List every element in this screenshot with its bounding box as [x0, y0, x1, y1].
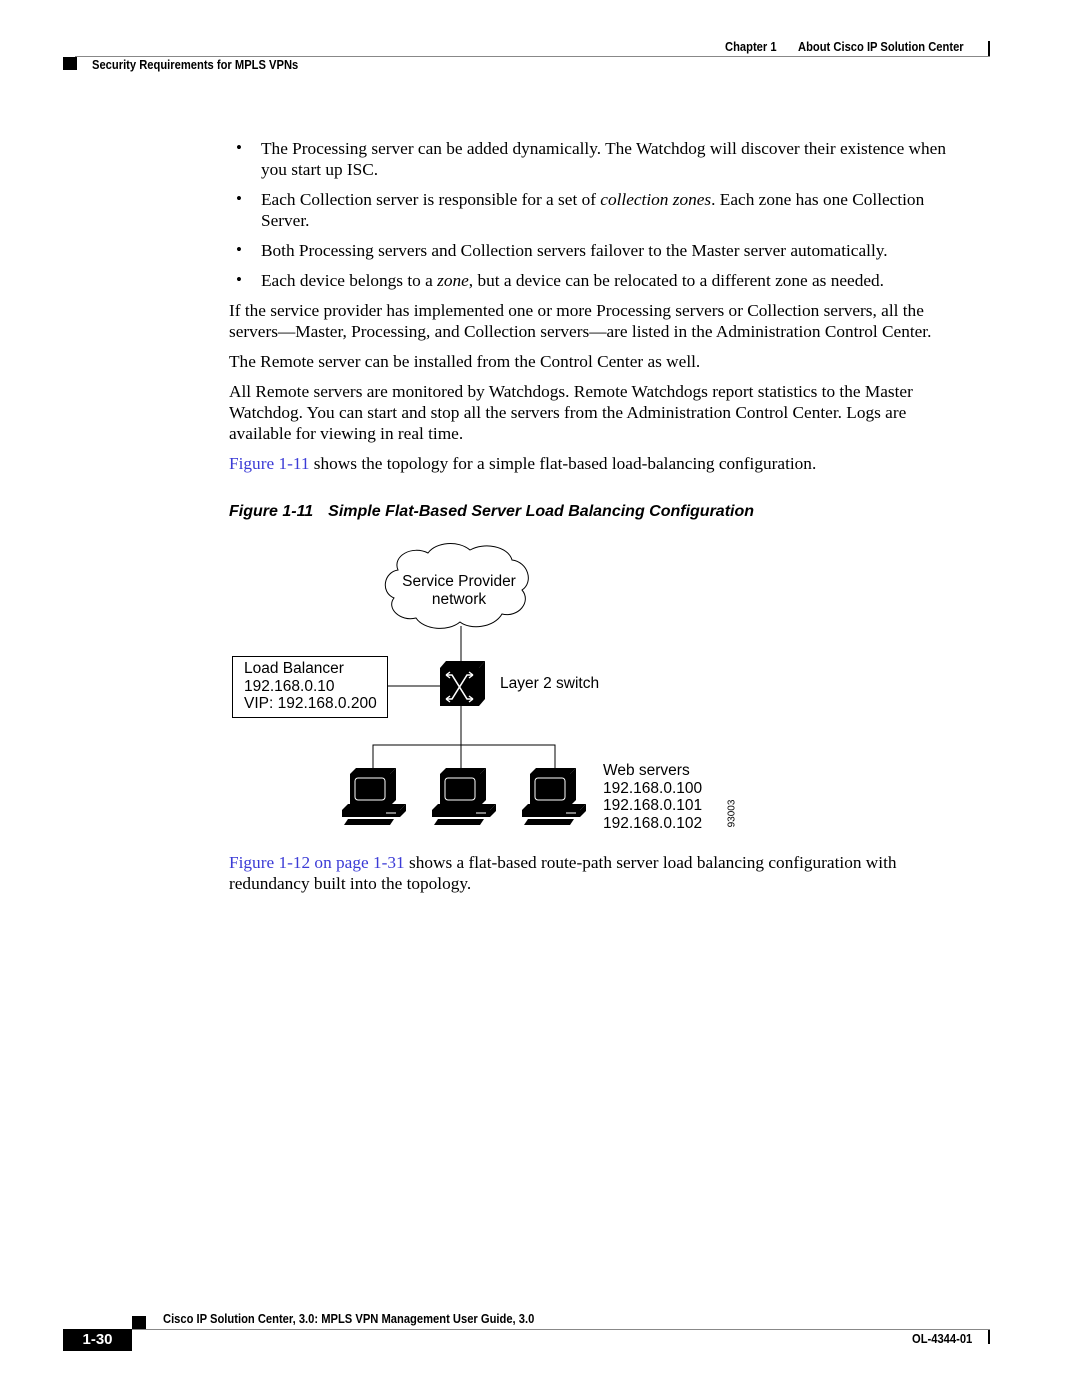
workstation-icon: [522, 768, 586, 825]
switch-icon: [440, 661, 485, 706]
web-servers-label: Web servers 192.168.0.100 192.168.0.101 192…: [603, 762, 702, 832]
workstation-icon: [342, 768, 406, 825]
figure-id: 93003: [726, 799, 738, 828]
network-diagram: [232, 543, 586, 825]
text: 192.168.0.10: [244, 677, 335, 695]
book-title: Cisco IP Solution Center, 3.0: MPLS VPN …: [163, 1311, 535, 1326]
text: shows a flat-based route-path server loa…: [404, 853, 897, 872]
paragraph-line: Figure 1-12 on page 1-31 shows a flat-ba…: [229, 852, 897, 873]
text: Service Provider: [402, 573, 516, 590]
doc-number: OL-4344-01: [912, 1331, 973, 1346]
switch-label: Layer 2 switch: [500, 675, 600, 692]
workstation-icon: [432, 768, 496, 825]
text: Web servers: [603, 762, 690, 779]
footer-bar: [988, 1330, 990, 1344]
text: 192.168.0.100: [603, 779, 703, 797]
text: network: [431, 590, 487, 608]
load-balancer-label: Load Balancer 192.168.0.10 VIP: 192.168.0.…: [244, 660, 377, 713]
server-bus: [372, 744, 556, 768]
paragraph-line: redundancy built into the topology.: [229, 874, 472, 893]
text: 192.168.0.101: [603, 797, 703, 814]
footer-marker: [132, 1316, 146, 1329]
text: 192.168.0.102: [603, 814, 703, 832]
footer-rule: [132, 1329, 990, 1330]
document-page: Security Requirements for MPLS VPNs Chap…: [0, 0, 1080, 1397]
text: Load Balancer: [244, 660, 344, 677]
text: VIP: 192.168.0.200: [244, 695, 377, 712]
figure-link[interactable]: Figure 1-12 on page 1-31: [229, 853, 405, 872]
page-number: 1-30: [63, 1329, 132, 1351]
cloud-label: Service Provider network: [400, 573, 518, 608]
